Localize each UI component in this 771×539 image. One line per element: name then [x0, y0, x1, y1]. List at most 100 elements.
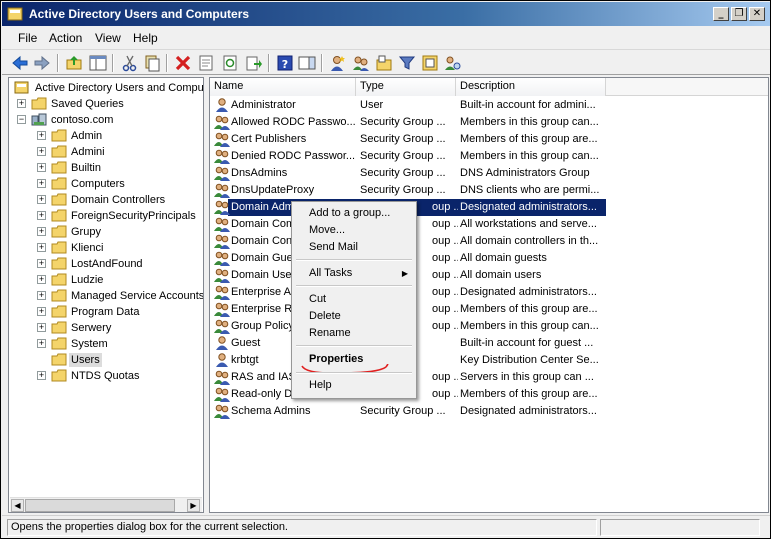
- list-item[interactable]: DnsAdmins Security Group ... DNS Administr…: [210, 165, 768, 182]
- tree-item-label: contoso.com: [51, 114, 114, 126]
- cell-description: Members in this group can...: [460, 320, 599, 332]
- tree-item-label: Users: [69, 353, 102, 367]
- menu-help[interactable]: Help: [294, 377, 414, 394]
- list-item[interactable]: Cert Publishers Security Group ... Members…: [210, 131, 768, 148]
- up-folder-icon[interactable]: [65, 54, 83, 72]
- expand-icon[interactable]: +: [37, 275, 46, 284]
- copy-icon[interactable]: [143, 54, 161, 72]
- minimize-button[interactable]: _: [713, 7, 729, 21]
- menu-view[interactable]: View: [95, 31, 121, 45]
- menu-cut[interactable]: Cut: [294, 291, 414, 308]
- cell-description: Members in this group can...: [460, 116, 599, 128]
- list-item[interactable]: DnsUpdateProxy Security Group ... DNS clie…: [210, 182, 768, 199]
- menu-delete[interactable]: Delete: [294, 308, 414, 325]
- list-item[interactable]: Allowed RODC Passwo... Security Group ...…: [210, 114, 768, 131]
- close-button[interactable]: ✕: [749, 7, 765, 21]
- new-user-icon[interactable]: [329, 54, 347, 72]
- context-menu: Add to a group... Move... Send Mail All …: [291, 201, 417, 399]
- scroll-right-icon[interactable]: ▶: [187, 499, 200, 512]
- list-item[interactable]: Denied RODC Passwor... Security Group ...…: [210, 148, 768, 165]
- group-icon: [214, 370, 230, 385]
- tree-item-label: Grupy: [71, 226, 101, 238]
- menu-all-tasks[interactable]: All Tasks ▶: [294, 265, 414, 282]
- scroll-left-icon[interactable]: ◀: [11, 499, 24, 512]
- export-list-icon[interactable]: [245, 54, 263, 72]
- group-icon: [214, 319, 230, 334]
- menu-help[interactable]: Help: [133, 31, 158, 45]
- expand-icon[interactable]: +: [37, 291, 46, 300]
- action-pane-icon[interactable]: [298, 54, 316, 72]
- cell-type: Security Group ...: [360, 167, 446, 179]
- add-to-group-icon[interactable]: [421, 54, 439, 72]
- folder-icon: [51, 273, 67, 286]
- collapse-icon[interactable]: −: [17, 115, 26, 124]
- tree-item-label: Admini: [71, 146, 105, 158]
- tree-horizontal-scrollbar[interactable]: ◀ ▶: [10, 497, 202, 512]
- group-icon: [214, 285, 230, 300]
- new-group-icon[interactable]: [352, 54, 370, 72]
- cell-name: Cert Publishers: [231, 133, 307, 145]
- tree-item-label: Klienci: [71, 242, 104, 254]
- column-header-type[interactable]: Type: [356, 78, 456, 96]
- title-bar[interactable]: Active Directory Users and Computers _ ❐…: [2, 2, 770, 26]
- cell-name: DnsUpdateProxy: [231, 184, 315, 196]
- scroll-thumb[interactable]: [25, 499, 175, 512]
- show-console-tree-icon[interactable]: [89, 54, 107, 72]
- toolbar-separator: [57, 54, 59, 72]
- delete-icon[interactable]: [174, 54, 192, 72]
- cell-type: oup ...: [432, 286, 458, 298]
- group-icon: [214, 302, 230, 317]
- expand-icon[interactable]: +: [37, 371, 46, 380]
- back-arrow-icon[interactable]: [11, 54, 29, 72]
- restore-button[interactable]: ❐: [731, 7, 747, 21]
- cell-name: DnsAdmins: [231, 167, 288, 179]
- menu-rename[interactable]: Rename: [294, 325, 414, 342]
- toolbar-separator: [321, 54, 323, 72]
- console-tree-pane[interactable]: Active Directory Users and Comput + Saved…: [8, 77, 204, 513]
- folder-icon: [51, 305, 67, 318]
- cut-icon[interactable]: [121, 54, 139, 72]
- refresh-icon[interactable]: [221, 54, 239, 72]
- column-header-description[interactable]: Description: [456, 78, 606, 96]
- properties-icon[interactable]: [197, 54, 215, 72]
- group-icon: [214, 115, 230, 130]
- menu-file[interactable]: File: [18, 31, 37, 45]
- expand-icon[interactable]: +: [37, 227, 46, 236]
- expand-icon[interactable]: +: [17, 99, 26, 108]
- list-item[interactable]: Schema Admins Security Group ... Designate…: [210, 403, 768, 420]
- expand-icon[interactable]: +: [37, 195, 46, 204]
- cell-type: oup ...: [432, 269, 458, 281]
- column-header-name[interactable]: Name: [210, 78, 356, 96]
- menu-send-mail[interactable]: Send Mail: [294, 239, 414, 256]
- group-icon: [214, 183, 230, 198]
- expand-icon[interactable]: +: [37, 131, 46, 140]
- list-item[interactable]: Administrator User Built-in account for ad…: [210, 97, 768, 114]
- cell-name: Denied RODC Passwor...: [231, 150, 355, 162]
- cell-description: All domain guests: [460, 252, 547, 264]
- folder-icon: [51, 209, 67, 222]
- forward-arrow-icon[interactable]: [33, 54, 51, 72]
- folder-icon: [51, 177, 67, 190]
- delegate-icon[interactable]: [444, 54, 462, 72]
- expand-icon[interactable]: +: [37, 211, 46, 220]
- menu-action[interactable]: Action: [49, 31, 82, 45]
- cell-type: oup ...: [432, 303, 458, 315]
- filter-icon[interactable]: [398, 54, 416, 72]
- expand-icon[interactable]: +: [37, 243, 46, 252]
- cell-type: Security Group ...: [360, 184, 446, 196]
- expand-icon[interactable]: +: [37, 147, 46, 156]
- new-ou-icon[interactable]: [375, 54, 393, 72]
- cell-description: All domain controllers in th...: [460, 235, 599, 247]
- expand-icon[interactable]: +: [37, 323, 46, 332]
- menu-move[interactable]: Move...: [294, 222, 414, 239]
- expand-icon[interactable]: +: [37, 307, 46, 316]
- expand-icon[interactable]: +: [37, 339, 46, 348]
- help-icon[interactable]: ?: [276, 54, 294, 72]
- menu-add-to-group[interactable]: Add to a group...: [294, 205, 414, 222]
- expand-icon[interactable]: +: [37, 179, 46, 188]
- expand-icon[interactable]: +: [37, 259, 46, 268]
- cell-type: oup ...: [432, 371, 458, 383]
- svg-text:?: ?: [282, 58, 288, 71]
- folder-icon: [51, 289, 67, 302]
- expand-icon[interactable]: +: [37, 163, 46, 172]
